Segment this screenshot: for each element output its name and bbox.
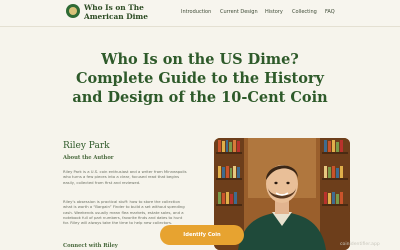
title-line-2: Complete Guide to the History — [76, 70, 324, 87]
bio-line: cash. Weekends usually mean flea markets… — [63, 209, 184, 215]
watermark: coinidentifier.app — [340, 242, 380, 247]
site-brand[interactable]: Who Is on The American Dime — [84, 3, 174, 21]
bio-line: what is worth a “Bargain” Finder to buil… — [63, 204, 185, 210]
bio-line: Riley Park is a U.S. coin enthusiast and… — [63, 169, 187, 174]
bio-line: who turns a few pieces into a clear, foc… — [63, 174, 180, 180]
bio-line: Riley’s obsession is practical stuff: ho… — [63, 199, 181, 204]
brand-line-1: Who Is on The — [84, 3, 144, 12]
connect-heading: Connect with Riley — [63, 243, 118, 249]
nav-faq[interactable]: FAQ — [325, 9, 335, 15]
bio-line: easily, collected from first and reviewe… — [63, 179, 141, 185]
logo-icon[interactable] — [66, 4, 80, 18]
bio-line: notebook full of part numbers, favorite … — [63, 214, 183, 220]
about-author-heading: About the Author — [63, 155, 114, 161]
brand-line-2: American Dime — [84, 12, 148, 21]
identify-coin-button[interactable]: Identify Coin — [160, 225, 244, 245]
nav-history[interactable]: History — [265, 9, 283, 15]
title-line-1: Who Is on the US Dime? — [101, 51, 299, 68]
author-bio-2: Riley’s obsession is practical stuff: ho… — [63, 199, 207, 225]
nav-current-design[interactable]: Current Design — [220, 9, 258, 15]
bio-line: for. Riley will always take the time to … — [63, 220, 173, 226]
site-header: Who Is on The American Dime Introduction… — [0, 0, 400, 27]
nav-collecting[interactable]: Collecting — [292, 9, 317, 15]
nav-introduction[interactable]: Introduction — [181, 9, 211, 15]
page-title: Who Is on the US Dime? Complete Guide to… — [60, 50, 340, 107]
title-line-3: and Design of the 10-Cent Coin — [72, 89, 328, 106]
author-name: Riley Park — [63, 141, 110, 151]
author-bio: Riley Park is a U.S. coin enthusiast and… — [63, 169, 207, 185]
